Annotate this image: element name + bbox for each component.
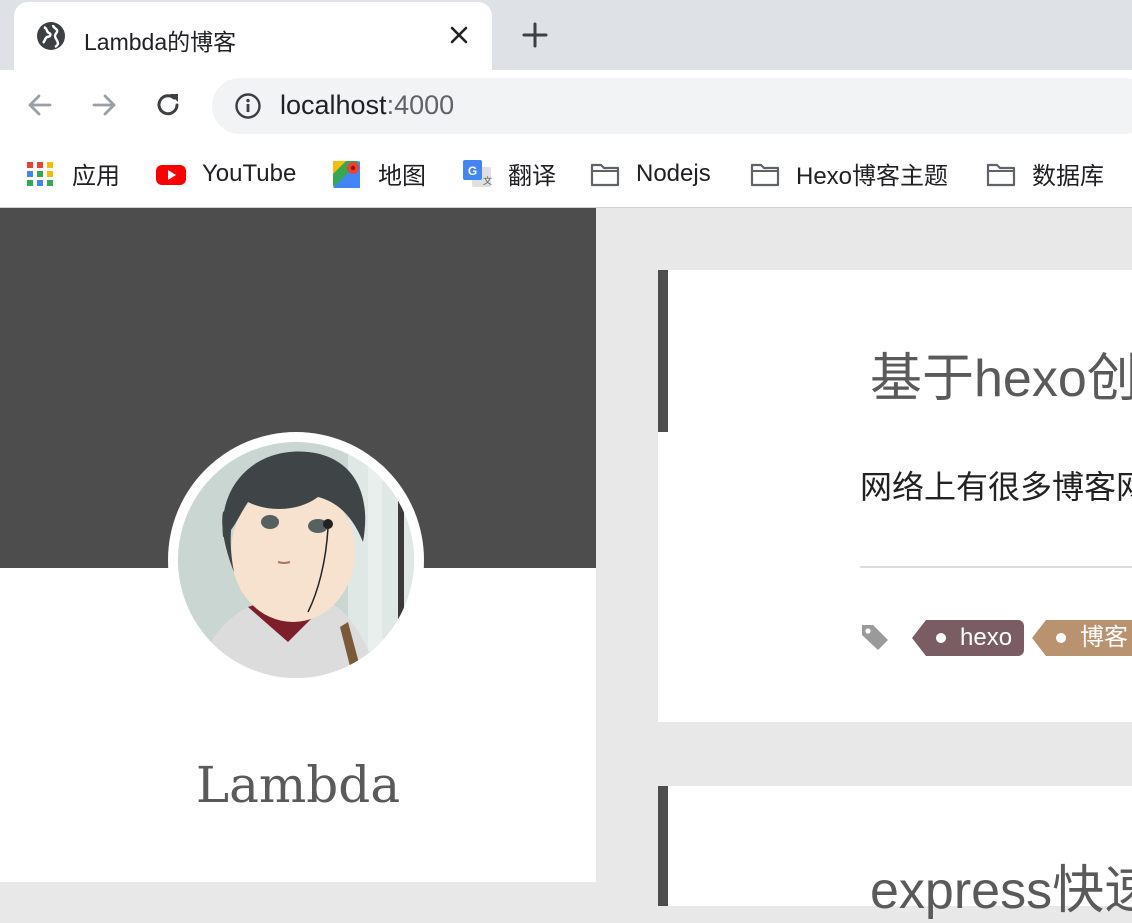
- post-card: express快速: [658, 786, 1132, 920]
- bookmark-label: YouTube: [202, 159, 297, 187]
- tab-title: Lambda的博客: [84, 29, 237, 55]
- svg-text:G: G: [468, 164, 477, 178]
- tag-label: hexo: [960, 624, 1013, 651]
- post-title[interactable]: express快速: [870, 848, 1132, 923]
- folder-icon: [590, 163, 620, 186]
- bookmark-label: Hexo博客主题: [796, 163, 949, 190]
- post-excerpt: 网络上有很多博客网: [860, 469, 1132, 505]
- tag-label: 博客: [1080, 624, 1128, 651]
- maps-icon: [333, 160, 360, 188]
- card-accent-bar: [658, 786, 668, 906]
- close-icon[interactable]: [446, 22, 472, 48]
- avatar[interactable]: [168, 432, 424, 688]
- youtube-icon: [156, 164, 186, 185]
- browser-tab[interactable]: Lambda的博客: [14, 2, 492, 70]
- profile-sidebar: Lambda: [0, 208, 596, 882]
- card-accent-bar: [658, 270, 668, 432]
- bookmark-folder-database[interactable]: 数据库: [986, 140, 1104, 207]
- bookmark-maps[interactable]: 地图: [332, 140, 426, 207]
- reload-icon[interactable]: [152, 89, 184, 121]
- bookmark-label: Nodejs: [636, 159, 711, 187]
- back-arrow-icon[interactable]: [24, 89, 56, 121]
- post-card: 基于hexo创 网络上有很多博客网 hexo 博客: [658, 270, 1132, 722]
- url-port: :4000: [386, 90, 455, 120]
- author-name[interactable]: Lambda: [0, 756, 596, 814]
- divider: [860, 566, 1132, 568]
- url-text[interactable]: localhost:4000: [280, 90, 454, 121]
- bookmark-folder-nodejs[interactable]: Nodejs: [590, 140, 711, 207]
- tag-icon: [862, 625, 888, 650]
- avatar-image: [178, 442, 414, 678]
- bookmark-apps[interactable]: 应用: [26, 140, 120, 207]
- bookmark-label: 应用: [72, 163, 120, 190]
- info-icon[interactable]: [234, 92, 262, 120]
- svg-text:文: 文: [483, 175, 492, 187]
- new-tab-plus-icon[interactable]: [520, 20, 550, 50]
- browser-toolbar: localhost:4000: [0, 70, 1132, 140]
- forward-arrow-icon[interactable]: [88, 89, 120, 121]
- translate-icon: G 文: [463, 159, 492, 187]
- post-title[interactable]: 基于hexo创: [870, 336, 1132, 411]
- globe-icon: [37, 22, 65, 50]
- tab-strip: Lambda的博客: [0, 0, 1132, 70]
- address-bar[interactable]: localhost:4000: [212, 78, 1132, 134]
- tag-hole: [936, 633, 946, 643]
- apps-grid-icon: [27, 161, 53, 186]
- bookmarks-bar: 应用 YouTube 地图 G 文 翻译 Nodejs Hexo博客主题 数据库: [0, 140, 1132, 208]
- url-host: localhost: [280, 90, 387, 120]
- folder-icon: [986, 163, 1016, 186]
- bookmark-translate[interactable]: G 文 翻译: [462, 140, 556, 207]
- bookmark-label: 地图: [378, 163, 426, 190]
- bookmark-label: 翻译: [508, 163, 556, 190]
- bookmark-label: 数据库: [1032, 163, 1104, 190]
- tag-hexo[interactable]: hexo: [911, 620, 1025, 656]
- bookmark-youtube[interactable]: YouTube: [156, 140, 296, 207]
- tag-hole: [1056, 633, 1066, 643]
- bookmark-folder-hexo-themes[interactable]: Hexo博客主题: [750, 140, 948, 207]
- folder-icon: [750, 163, 780, 186]
- tag-blog[interactable]: 博客: [1032, 620, 1132, 656]
